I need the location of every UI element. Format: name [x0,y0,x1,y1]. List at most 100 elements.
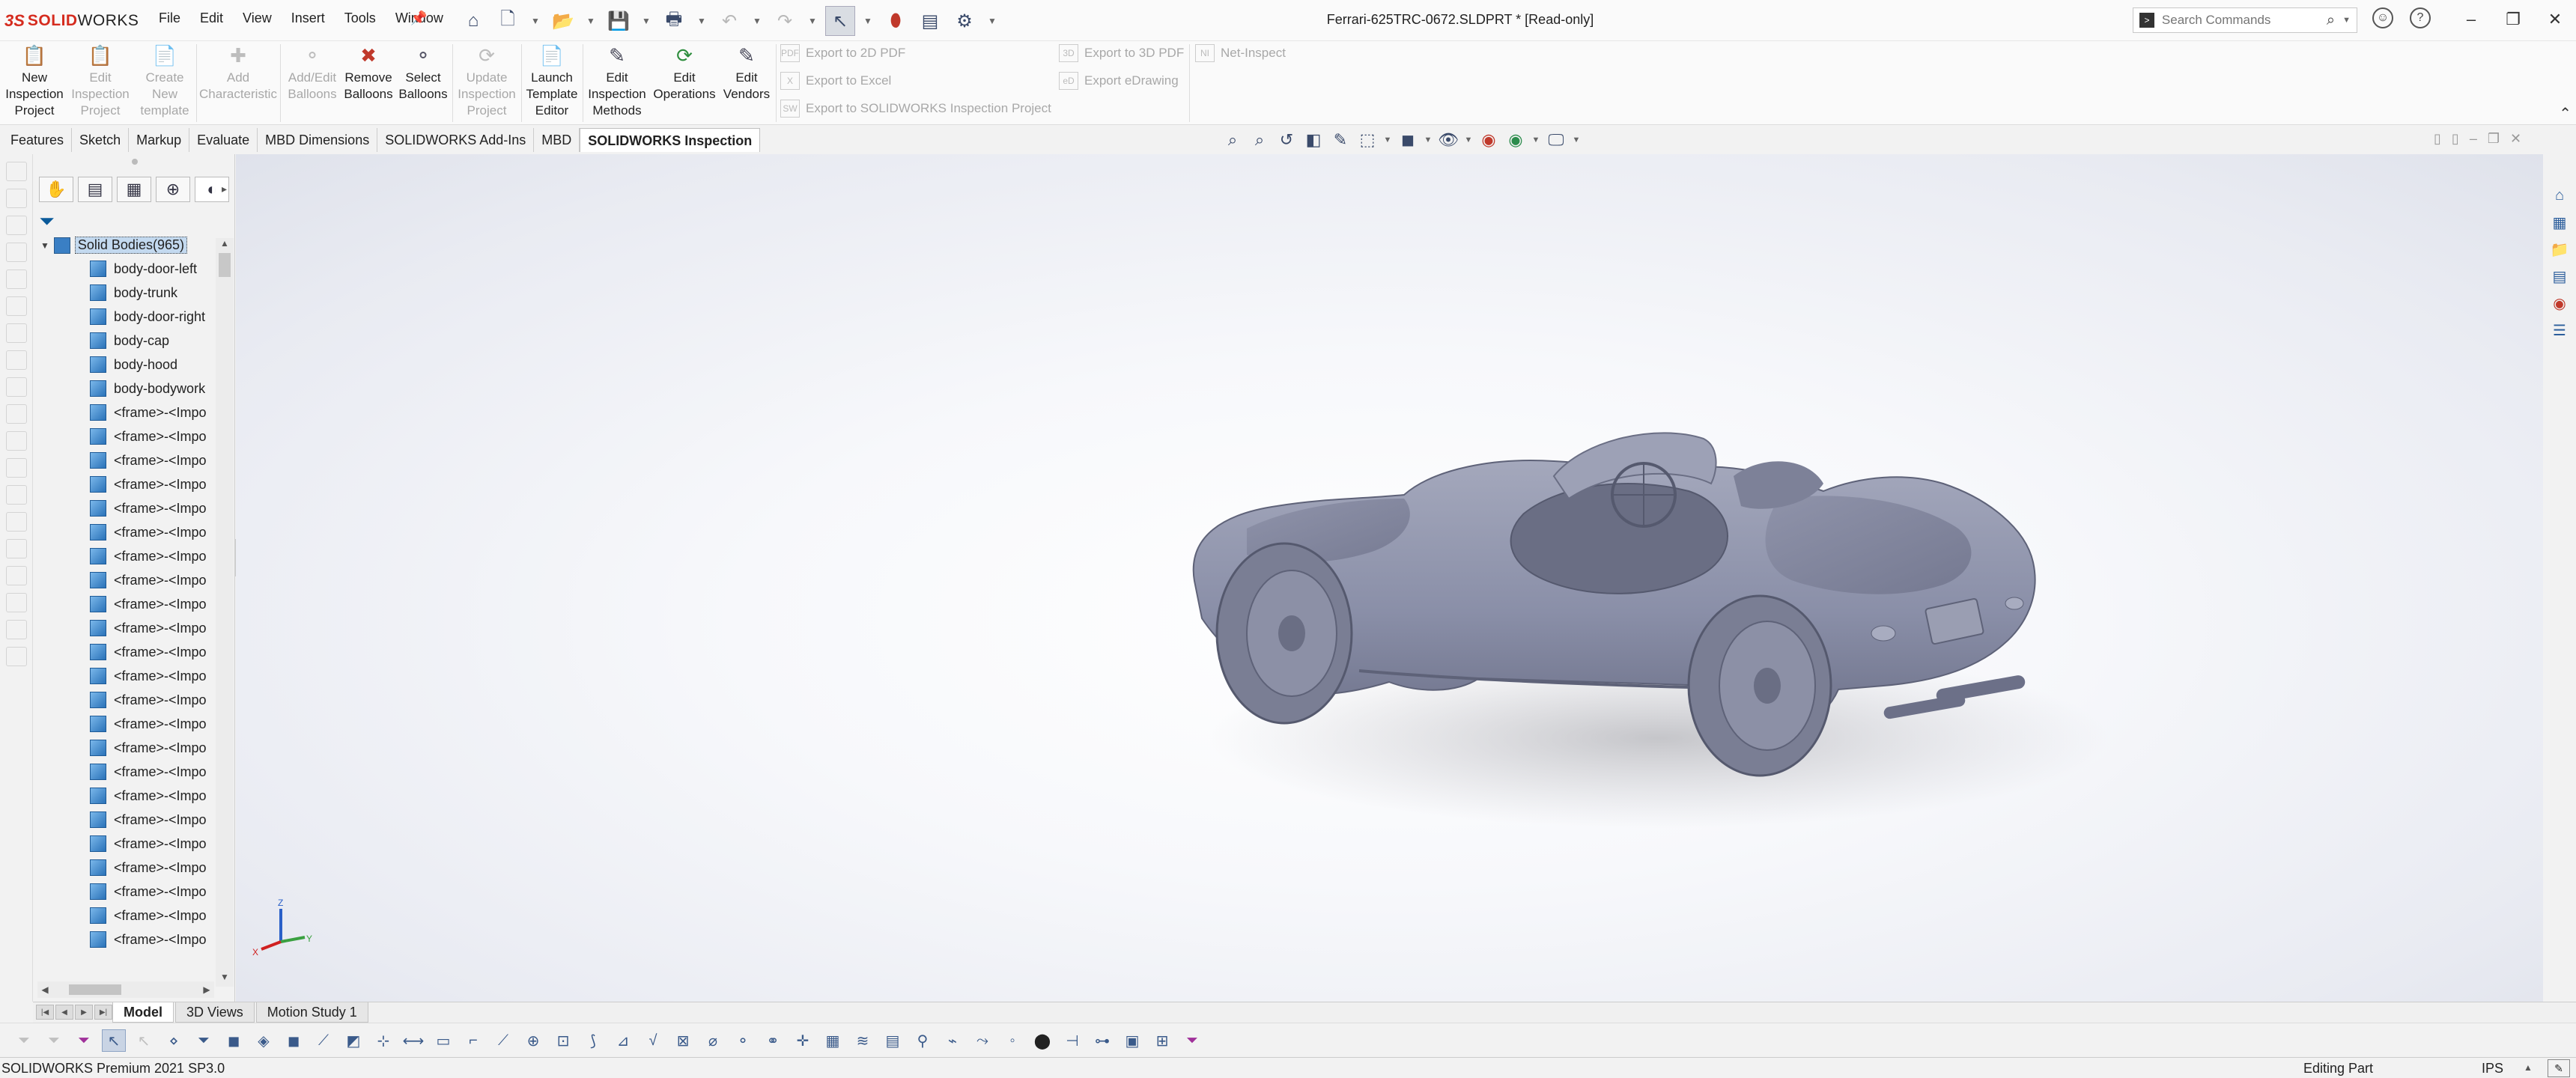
search-dropdown-icon[interactable]: ▼ [2342,16,2351,25]
hide-show-dropdown-icon[interactable]: ▼ [1463,128,1474,152]
edit-appearance-icon[interactable]: ◉ [1477,128,1501,152]
filter-centermark-icon[interactable]: ✛ [791,1029,815,1052]
strip-tool-icon[interactable] [5,243,27,262]
help-icon[interactable]: ? [2410,7,2431,28]
undo-icon[interactable]: ↶ [714,6,744,36]
view-settings-dropdown-icon[interactable]: ▼ [1571,128,1582,152]
filter-dimensions-icon[interactable]: ⟷ [401,1029,425,1052]
new-dropdown-icon[interactable]: ▼ [527,6,544,36]
filter-datum-target-icon[interactable]: ⊠ [671,1029,695,1052]
menu-edit[interactable]: Edit [200,10,223,26]
save-icon[interactable]: 💾 [604,6,634,36]
filter-3d-sketch-icon[interactable]: ⊶ [1090,1029,1114,1052]
select-balloons-button[interactable]: ⚬ Select Balloons [397,43,449,103]
tree-item[interactable]: <frame>-<Impo [90,907,235,924]
tree-item[interactable]: <frame>-<Impo [90,716,235,732]
launch-template-editor-button[interactable]: 📄 Launch Template Editor [524,43,580,119]
tree-item[interactable]: <frame>-<Impo [90,476,235,493]
select-other-icon[interactable]: ↖ [132,1029,156,1052]
scroll-right-icon[interactable]: ▶ [199,984,214,995]
filter-planes-icon[interactable]: ◩ [341,1029,365,1052]
apply-scene-icon[interactable]: ◉ [1504,128,1528,152]
filter-slope-icon[interactable]: ⟋ [491,1029,515,1052]
export-sw-inspection-button[interactable]: SW Export to SOLIDWORKS Inspection Proje… [780,100,1051,118]
export-excel-button[interactable]: X Export to Excel [780,72,891,90]
tree-item[interactable]: body-trunk [90,284,235,301]
tree-item[interactable]: <frame>-<Impo [90,859,235,876]
filter-mates-icon[interactable]: ⚲ [911,1029,935,1052]
collapse-caret-icon[interactable]: ▼ [40,240,49,251]
strip-tool-icon[interactable] [5,162,27,181]
tree-item[interactable]: <frame>-<Impo [90,428,235,445]
search-icon[interactable]: ⌕ [2327,12,2335,29]
tree-item[interactable]: <frame>-<Impo [90,668,235,684]
custom-properties-icon[interactable]: ☰ [2548,319,2572,341]
add-characteristic-button[interactable]: ✚ Add Characteristic [199,43,277,103]
tree-item[interactable]: <frame>-<Impo [90,811,235,828]
pin-menu-icon[interactable]: 📌 [410,10,427,26]
solidworks-logo[interactable]: 3S SOLIDWORKS [4,9,139,33]
undo-dropdown-icon[interactable]: ▼ [749,6,765,36]
file-properties-icon[interactable]: ▤ [915,6,945,36]
filter-faces-icon[interactable]: ◼ [222,1029,246,1052]
property-manager-tab-icon[interactable]: ▦ [117,177,151,202]
filter-surface-finish-icon[interactable]: √ [641,1029,665,1052]
strip-tool-icon[interactable] [5,539,27,558]
strip-tool-icon[interactable] [5,431,27,451]
filter-blocks-icon[interactable]: ▦ [821,1029,845,1052]
view-orientation-dropdown-icon[interactable]: ▼ [1382,128,1393,152]
user-account-icon[interactable]: ☺ [2372,7,2393,28]
configuration-manager-tab-icon[interactable]: ⊕ [156,177,190,202]
zoom-to-fit-icon[interactable]: ⌕ [1221,128,1245,152]
export-3d-pdf-button[interactable]: 3D Export to 3D PDF [1059,44,1184,62]
filter-tables-icon[interactable]: ▤ [881,1029,905,1052]
filter-midpoint-icon[interactable]: ◦ [1000,1029,1024,1052]
tab-evaluate[interactable]: Evaluate [189,128,258,152]
tree-item[interactable]: <frame>-<Impo [90,452,235,469]
print-dropdown-icon[interactable]: ▼ [693,6,710,36]
select-filter-icon[interactable]: ⏷ [72,1029,96,1052]
strip-tool-icon[interactable] [5,512,27,532]
zoom-to-area-icon[interactable]: ⌕ [1248,128,1272,152]
open-dropdown-icon[interactable]: ▼ [583,6,599,36]
tree-item[interactable]: <frame>-<Impo [90,883,235,900]
tree-vertical-scrollbar[interactable]: ▲ ▼ [216,238,234,987]
restore-icon[interactable]: ❐ [2492,4,2534,34]
view-orientation-icon[interactable]: ⬚ [1355,128,1379,152]
strip-tool-icon[interactable] [5,620,27,639]
tree-item[interactable]: <frame>-<Impo [90,524,235,540]
minimize-icon[interactable]: – [2450,4,2492,34]
strip-tool-icon[interactable] [5,566,27,585]
strip-tool-icon[interactable] [5,270,27,289]
options-dropdown-icon[interactable]: ▼ [984,6,1000,36]
scroll-thumb[interactable] [69,984,121,995]
feature-manager-tab-icon[interactable]: ▤ [78,177,112,202]
tab-mbd[interactable]: MBD [534,128,580,152]
tree-item[interactable]: body-door-right [90,308,235,325]
tree-item[interactable]: <frame>-<Impo [90,692,235,708]
add-edit-balloons-button[interactable]: ⚬ Add/Edit Balloons [283,43,341,103]
view-palette-icon[interactable]: ▤ [2548,265,2572,287]
viewport-restore-icon[interactable]: ❐ [2488,131,2500,147]
export-edrawing-button[interactable]: eD Export eDrawing [1059,72,1179,90]
filter-hole-callout-icon[interactable]: ⌀ [701,1029,725,1052]
open-folder-icon[interactable]: 📂 [548,6,578,36]
previous-view-icon[interactable]: ↺ [1275,128,1298,152]
filter-split-line-icon[interactable]: ⊣ [1060,1029,1084,1052]
tab-model[interactable]: Model [112,1002,174,1023]
scroll-down-icon[interactable]: ▼ [216,972,234,987]
section-view-icon[interactable]: ◧ [1301,128,1325,152]
tree-item[interactable]: <frame>-<Impo [90,620,235,636]
tree-item[interactable]: body-bodywork [90,380,235,397]
solidworks-resources-icon[interactable]: ⌂ [2548,184,2572,207]
filter-gtol-icon[interactable]: ⊿ [611,1029,635,1052]
filter-points-icon[interactable]: ⊹ [371,1029,395,1052]
filter-notes-icon[interactable]: ▭ [431,1029,455,1052]
tab-features[interactable]: Features [3,128,73,152]
graphics-area[interactable]: Z Y X [236,154,2543,1002]
tree-item[interactable]: body-hood [90,356,235,373]
inspection-tree-tab-icon[interactable]: ✋ [39,177,73,202]
unit-system-selector[interactable]: IPS [2482,1061,2503,1077]
net-inspect-button[interactable]: NI Net-Inspect [1195,44,1286,62]
select-pointer-icon[interactable]: ↖ [825,6,855,36]
